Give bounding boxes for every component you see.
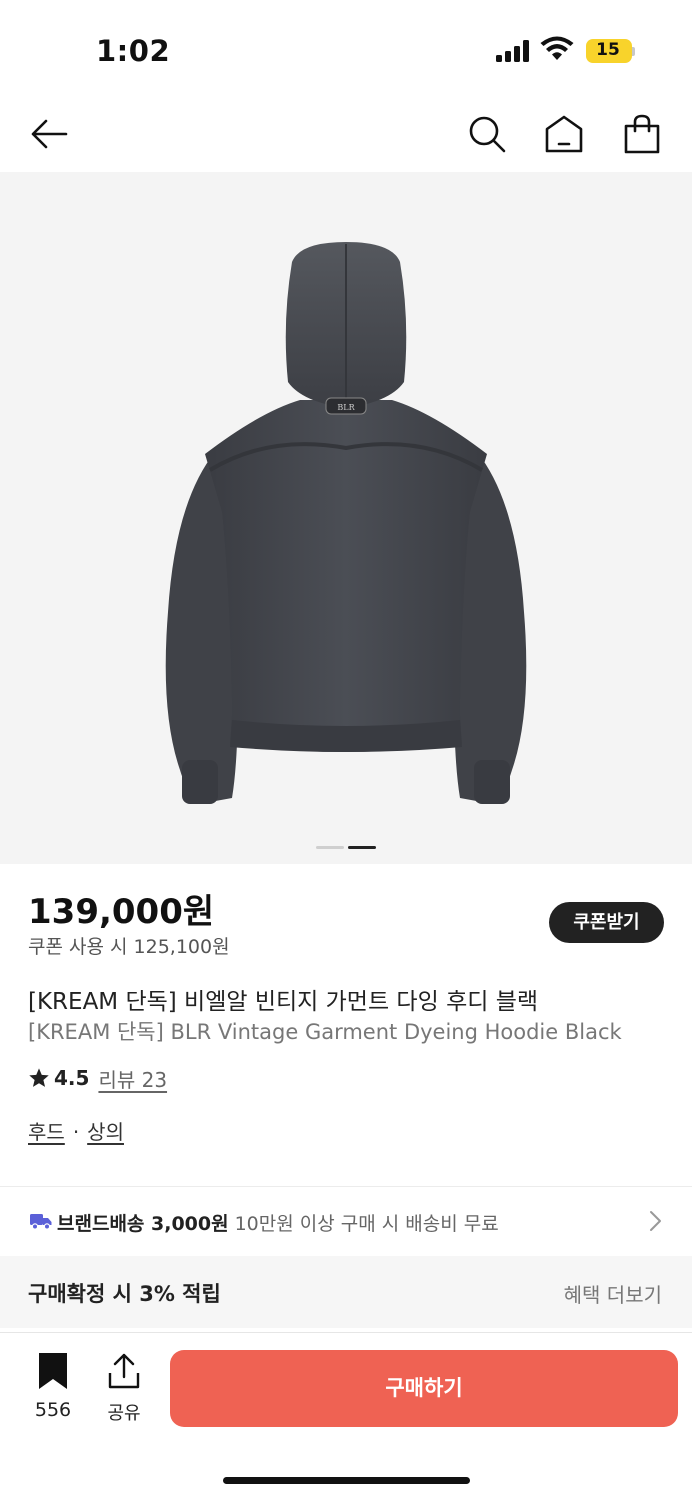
buy-button[interactable]: 구매하기 <box>170 1350 678 1427</box>
review-link[interactable]: 리뷰 23 <box>98 1064 167 1093</box>
brand-label-text: BLR <box>337 403 355 412</box>
shopping-bag-icon[interactable] <box>621 113 663 155</box>
get-coupon-button[interactable]: 쿠폰받기 <box>549 902 664 943</box>
home-icon[interactable] <box>543 113 585 155</box>
top-nav <box>0 100 692 172</box>
bookmark-icon <box>39 1353 67 1389</box>
share-label: 공유 <box>107 1403 141 1424</box>
benefit-more-link[interactable]: 혜택 더보기 <box>564 1279 662 1308</box>
chevron-right-icon <box>650 1211 661 1231</box>
product-rating: 4.5 리뷰 23 <box>28 1064 167 1092</box>
shipping-fee: 브랜드배송 3,000원 <box>57 1213 229 1235</box>
search-icon[interactable] <box>466 113 508 155</box>
product-image: BLR <box>165 242 527 804</box>
product-title-ko: [KREAM 단독] 비엘알 빈티지 가먼트 다잉 후디 블랙 <box>28 989 539 1015</box>
product-price: 139,000원 <box>28 892 215 932</box>
share-icon <box>108 1353 140 1389</box>
home-indicator <box>223 1477 470 1484</box>
cellular-signal-icon <box>496 40 529 62</box>
benefit-row: 구매확정 시 3% 적립 혜택 더보기 <box>0 1256 692 1328</box>
wifi-icon <box>540 36 574 60</box>
share-button[interactable]: 공유 <box>102 1353 146 1425</box>
shipping-label: 브랜드배송 3,000원 10만원 이상 구매 시 배송비 무료 <box>57 1209 499 1236</box>
product-image-gallery[interactable]: BLR <box>0 172 692 864</box>
pagination-dot-1 <box>316 846 344 849</box>
category-separator: · <box>72 1120 80 1144</box>
benefit-label: 구매확정 시 3% 적립 <box>28 1282 221 1306</box>
bookmark-count: 556 <box>34 1399 72 1421</box>
pagination-dot-2-active <box>348 846 376 849</box>
battery-level: 15 <box>596 40 620 60</box>
truck-icon <box>30 1214 52 1230</box>
bookmark-button[interactable]: 556 <box>30 1353 76 1421</box>
gallery-pagination <box>316 846 380 865</box>
shipping-sub: 10만원 이상 구매 시 배송비 무료 <box>234 1213 499 1235</box>
status-bar: 1:02 15 <box>0 0 692 100</box>
arrow-left-icon[interactable] <box>28 113 70 155</box>
category-breadcrumb: 후드 · 상의 <box>28 1116 124 1145</box>
battery-tip <box>632 47 635 56</box>
coupon-price: 쿠폰 사용 시 125,100원 <box>28 936 230 958</box>
category-link-top[interactable]: 상의 <box>87 1120 124 1144</box>
shipping-info-row[interactable]: 브랜드배송 3,000원 10만원 이상 구매 시 배송비 무료 <box>0 1190 692 1252</box>
star-icon <box>29 1068 49 1087</box>
category-link-hood[interactable]: 후드 <box>28 1120 65 1144</box>
rating-score: 4.5 <box>54 1066 90 1090</box>
battery-icon: 15 <box>586 39 632 63</box>
bottom-action-bar: 556 공유 구매하기 <box>0 1332 692 1500</box>
product-title-en: [KREAM 단독] BLR Vintage Garment Dyeing Ho… <box>28 1020 622 1044</box>
status-time: 1:02 <box>96 34 171 68</box>
section-divider <box>0 1186 692 1187</box>
